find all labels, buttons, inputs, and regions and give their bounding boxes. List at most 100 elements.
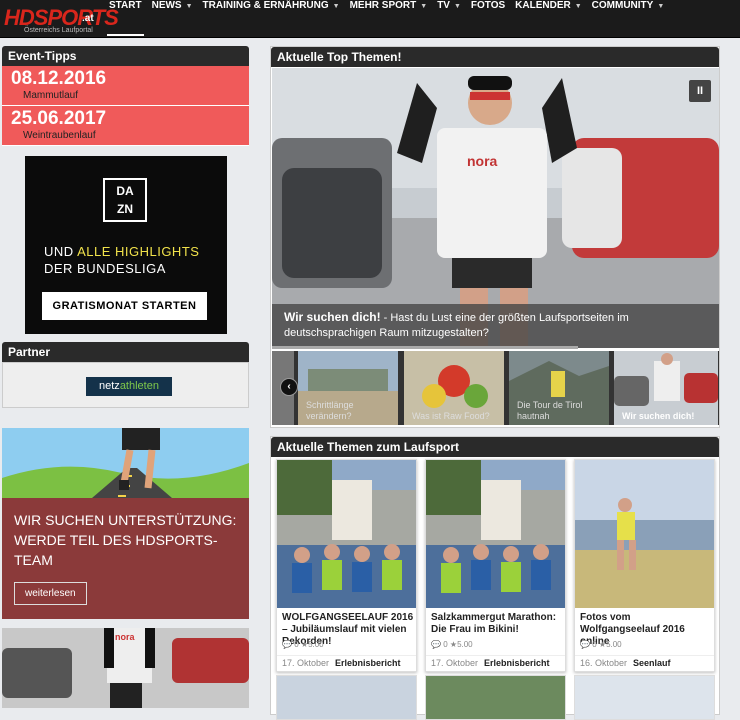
- chevron-left-icon[interactable]: ‹: [280, 378, 298, 396]
- article-date: 17. Oktober: [431, 658, 479, 668]
- article-card[interactable]: Fotos vom Wolfgangseelauf 2016 online 💬 …: [574, 459, 715, 672]
- partner-title: Partner: [2, 342, 249, 362]
- article-card[interactable]: Salzkammergut Marathon: Die Frau im Biki…: [425, 459, 566, 672]
- dazn-logo-top: DA: [116, 184, 134, 198]
- site-logo[interactable]: HDSPORTS .at Österreichs Laufportal: [4, 5, 119, 34]
- support-title: WIR SUCHEN UNTERSTÜTZUNG: WERDE TEIL DES…: [14, 512, 237, 568]
- nav-item-tv[interactable]: TV ▼: [432, 0, 466, 38]
- nav-item-training[interactable]: TRAINING & ERNÄHRUNG ▼: [198, 0, 345, 38]
- event-name: Mammutlauf: [23, 90, 79, 101]
- sidebar-teaser-image[interactable]: nora: [2, 628, 249, 708]
- article-card-next[interactable]: [425, 675, 566, 720]
- chevron-down-icon: ▼: [332, 3, 340, 10]
- partner-body: netzathleten: [2, 362, 249, 408]
- thumbnail-item[interactable]: Die Tour de Tirol hautnah: [509, 351, 609, 425]
- logo-part: athleten: [119, 380, 159, 392]
- article-image: [277, 460, 416, 608]
- slide-caption[interactable]: Wir suchen dich! - Hast du Lust eine der…: [272, 304, 719, 348]
- nav-item-kalender[interactable]: KALENDER ▼: [510, 0, 587, 38]
- chevron-down-icon: ▼: [657, 3, 665, 10]
- event-tipps-widget: Event-Tipps 08.12.2016 Mammutlauf 25.06.…: [2, 46, 249, 146]
- top-themen-widget: Aktuelle Top Themen! nora II Wir suchen …: [270, 46, 720, 428]
- nav-label: FOTOS: [470, 0, 506, 11]
- event-item[interactable]: 08.12.2016 Mammutlauf: [2, 66, 249, 106]
- article-footer: 16. Oktober Seenlauf: [575, 655, 714, 671]
- laufsport-title: Aktuelle Themen zum Laufsport: [271, 437, 719, 457]
- top-navigation: HDSPORTS .at Österreichs Laufportal STAR…: [0, 0, 740, 38]
- article-meta: 💬 0 ★5.00: [282, 640, 324, 649]
- comment-count: 0: [592, 640, 597, 649]
- nav-label: KALENDER: [515, 0, 571, 11]
- article-category[interactable]: Seenlauf: [633, 658, 671, 668]
- chevron-down-icon: ▼: [453, 3, 461, 10]
- thumbnail-label: Die Tour de Tirol hautnah: [517, 400, 583, 421]
- logo-tagline: Österreichs Laufportal: [24, 27, 93, 34]
- article-card-next[interactable]: [574, 675, 715, 720]
- rating: 5.00: [308, 640, 324, 649]
- ad-headline-1: UND ALLE HIGHLIGHTS: [44, 244, 199, 259]
- top-themen-title: Aktuelle Top Themen!: [271, 47, 719, 67]
- nav-item-start[interactable]: START: [104, 0, 147, 38]
- nav-label: COMMUNITY: [591, 0, 654, 11]
- logo-part: netz: [99, 380, 120, 392]
- slider-thumbnails: ‹ Schrittlänge verändern? Was ist Raw Fo…: [272, 351, 719, 425]
- comment-icon: 💬: [282, 640, 292, 649]
- article-date: 17. Oktober: [282, 658, 330, 668]
- pause-icon[interactable]: II: [689, 80, 711, 102]
- article-category[interactable]: Erlebnisbericht: [484, 658, 550, 668]
- star-icon: ★: [300, 640, 309, 649]
- event-item[interactable]: 25.06.2017 Weintraubenlauf: [2, 106, 249, 146]
- event-tipps-title: Event-Tipps: [2, 46, 249, 66]
- dazn-advertisement[interactable]: DA ZN UND ALLE HIGHLIGHTS DER BUNDESLIGA…: [25, 156, 227, 334]
- nav-item-news[interactable]: NEWS ▼: [147, 0, 198, 38]
- thumbnail-label: Schrittlänge verändern?: [306, 400, 354, 421]
- star-icon: ★: [598, 640, 607, 649]
- nav-item-mehr-sport[interactable]: MEHR SPORT ▼: [345, 0, 433, 38]
- nav-item-fotos[interactable]: FOTOS: [466, 0, 510, 38]
- rating: 5.00: [457, 640, 473, 649]
- nav-menu: START NEWS ▼ TRAINING & ERNÄHRUNG ▼ MEHR S…: [104, 0, 669, 38]
- laufsport-widget: Aktuelle Themen zum Laufsport WOLFGANGSE…: [270, 436, 720, 720]
- thumbnail-item[interactable]: Was ist Raw Food?: [404, 351, 504, 425]
- comment-icon: 💬: [431, 640, 441, 649]
- nav-label: MEHR SPORT: [349, 0, 417, 11]
- article-meta: 💬 0 ★5.00: [580, 640, 622, 649]
- netzathleten-logo[interactable]: netzathleten: [86, 377, 172, 396]
- thumbnail-item-active[interactable]: Wir suchen dich!: [614, 351, 718, 425]
- ad-headline-prefix: UND: [44, 244, 78, 259]
- dazn-logo-bottom: ZN: [117, 202, 133, 216]
- article-card[interactable]: WOLFGANGSEELAUF 2016 – Jubiläumslauf mit…: [276, 459, 417, 672]
- slide-progress-bar: [272, 346, 578, 349]
- article-image: [575, 460, 714, 608]
- slider-main-image[interactable]: nora II Wir suchen dich! - Hast du Lust …: [272, 68, 719, 348]
- comment-count: 0: [294, 640, 299, 649]
- article-footer: 17. Oktober Erlebnisbericht: [426, 655, 565, 671]
- nav-label: NEWS: [151, 0, 182, 11]
- event-date: 25.06.2017: [11, 108, 107, 129]
- article-category[interactable]: Erlebnisbericht: [335, 658, 401, 668]
- dazn-logo: DA ZN: [103, 178, 147, 222]
- ad-headline-highlight: ALLE HIGHLIGHTS: [77, 244, 200, 259]
- nav-label: TRAINING & ERNÄHRUNG: [202, 0, 329, 11]
- article-date: 16. Oktober: [580, 658, 628, 668]
- article-card-next[interactable]: [276, 675, 417, 720]
- chevron-down-icon: ▼: [420, 3, 428, 10]
- thumbnail-label: Was ist Raw Food?: [412, 411, 490, 421]
- support-teaser[interactable]: WIR SUCHEN UNTERSTÜTZUNG: WERDE TEIL DES…: [2, 428, 249, 619]
- nav-item-community[interactable]: COMMUNITY ▼: [587, 0, 670, 38]
- nav-label: TV: [437, 0, 450, 11]
- article-footer: 17. Oktober Erlebnisbericht: [277, 655, 416, 671]
- read-more-button[interactable]: weiterlesen: [14, 582, 87, 605]
- runner-illustration: [2, 428, 249, 498]
- ad-cta-button[interactable]: GRATISMONAT STARTEN: [42, 292, 207, 320]
- event-date: 08.12.2016: [11, 68, 107, 89]
- comment-count: 0: [443, 640, 448, 649]
- thumbnail-item[interactable]: Schrittlänge verändern?: [298, 351, 398, 425]
- shirt-text: nora: [467, 153, 498, 169]
- article-image: [426, 460, 565, 608]
- article-title[interactable]: Salzkammergut Marathon: Die Frau im Biki…: [431, 612, 563, 636]
- event-name: Weintraubenlauf: [23, 130, 96, 141]
- logo-suffix: .at: [82, 13, 94, 24]
- caption-title: Wir suchen dich!: [284, 310, 381, 324]
- rating: 5.00: [606, 640, 622, 649]
